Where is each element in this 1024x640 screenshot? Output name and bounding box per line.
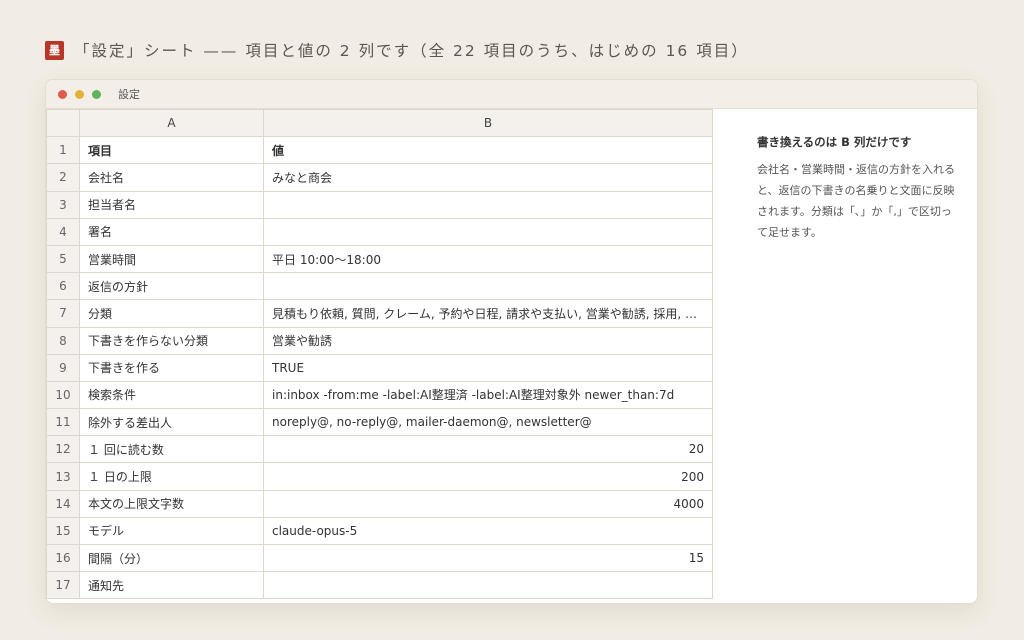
settings-sheet: A B 1 項目値 2 会社名 みなと商会 3 担当者名 4 署名 5 営業時間 平日 10:00〜1… <box>46 108 713 600</box>
row-number[interactable]: 3 <box>46 190 80 219</box>
spreadsheet-window: 設定 A B 1 項目値 2 会社名 みなと商会 3 担当者名 4 署名 5 営業時間 平日 10:0… <box>45 79 978 604</box>
window-titlebar: 設定 <box>46 80 977 109</box>
cell-value[interactable]: claude-opus-5 <box>263 516 713 546</box>
column-header-a[interactable]: A <box>79 108 264 138</box>
cell-value[interactable] <box>263 190 713 219</box>
row-number[interactable]: 15 <box>46 516 80 546</box>
cell-key[interactable]: 下書きを作らない分類 <box>79 326 264 355</box>
table-row: 13 １ 日の上限 200 <box>46 462 713 491</box>
side-note: 書き換えるのは B 列だけです 会社名・営業時間・返信の方針を入れると、返信の下… <box>757 134 962 243</box>
table-row: 1 項目値 <box>46 136 713 165</box>
cell-value[interactable] <box>263 217 713 246</box>
row-number[interactable]: 16 <box>46 543 80 573</box>
caption-text: 「設定」シート —— 項目と値の 2 列です（全 22 項目のうち、はじめの 1… <box>74 42 749 60</box>
corner-cell[interactable] <box>46 108 80 138</box>
cell-key[interactable]: 営業時間 <box>79 244 264 274</box>
side-note-title: 書き換えるのは B 列だけです <box>757 135 912 149</box>
cell-key[interactable]: １ 日の上限 <box>79 462 264 491</box>
cell-key[interactable]: 通知先 <box>79 571 264 600</box>
cell-value[interactable] <box>263 571 713 600</box>
table-row: 4 署名 <box>46 217 713 246</box>
cell-value[interactable]: 4000 <box>263 489 713 518</box>
table-row: 9 下書きを作る TRUE <box>46 353 713 382</box>
cell-key[interactable]: １ 回に読む数 <box>79 435 264 464</box>
column-header-row: A B <box>46 108 713 138</box>
column-header-b[interactable]: B <box>263 108 713 138</box>
cell-key[interactable]: モデル <box>79 516 264 546</box>
row-number[interactable]: 11 <box>46 408 80 437</box>
cell-value[interactable]: noreply@, no-reply@, mailer-daemon@, new… <box>263 408 713 437</box>
table-row: 14 本文の上限文字数 4000 <box>46 489 713 518</box>
cell-key[interactable]: 間隔（分） <box>79 543 264 573</box>
table-row: 17 通知先 <box>46 571 713 600</box>
row-number[interactable]: 5 <box>46 244 80 274</box>
row-number[interactable]: 17 <box>46 571 80 600</box>
cell-value[interactable]: 値 <box>263 136 713 165</box>
table-row: 5 営業時間 平日 10:00〜18:00 <box>46 244 713 274</box>
cell-value[interactable]: 見積もり依頼, 質問, クレーム, 予約や日程, 請求や支払い, 営業や勧誘, … <box>263 299 713 328</box>
cell-value[interactable]: 20 <box>263 435 713 464</box>
table-row: 16 間隔（分） 15 <box>46 543 713 573</box>
table-row: 10 検索条件 in:inbox -from:me -label:AI整理済 -la… <box>46 380 713 410</box>
cell-key[interactable]: 下書きを作る <box>79 353 264 382</box>
seal-logo: 墨 <box>45 40 64 60</box>
table-row: 7 分類 見積もり依頼, 質問, クレーム, 予約や日程, 請求や支払い, 営業や勧… <box>46 299 713 328</box>
table-row: 2 会社名 みなと商会 <box>46 163 713 192</box>
row-number[interactable]: 9 <box>46 353 80 382</box>
cell-value[interactable]: みなと商会 <box>263 163 713 192</box>
zoom-window-button[interactable] <box>92 89 101 99</box>
table-row: 12 １ 回に読む数 20 <box>46 435 713 464</box>
cell-key[interactable]: 検索条件 <box>79 380 264 410</box>
table-row: 11 除外する差出人 noreply@, no-reply@, mailer-dae… <box>46 408 713 437</box>
row-number[interactable]: 8 <box>46 326 80 355</box>
cell-value[interactable] <box>263 272 713 301</box>
window-title: 設定 <box>118 88 140 101</box>
cell-key[interactable]: 署名 <box>79 217 264 246</box>
row-number[interactable]: 2 <box>46 163 80 192</box>
row-number[interactable]: 1 <box>46 136 80 165</box>
cell-value[interactable]: TRUE <box>263 353 713 382</box>
minimize-window-button[interactable] <box>75 89 84 99</box>
cell-key[interactable]: 会社名 <box>79 163 264 192</box>
table-row: 15 モデル claude-opus-5 <box>46 516 713 546</box>
row-number[interactable]: 6 <box>46 272 80 301</box>
table-row: 8 下書きを作らない分類 営業や勧誘 <box>46 326 713 355</box>
cell-value[interactable]: 営業や勧誘 <box>263 326 713 355</box>
cell-value[interactable]: 平日 10:00〜18:00 <box>263 244 713 274</box>
cell-key[interactable]: 除外する差出人 <box>79 408 264 437</box>
side-note-body: 会社名・営業時間・返信の方針を入れると、返信の下書きの名乗りと文面に反映されます… <box>757 163 955 239</box>
row-number[interactable]: 4 <box>46 217 80 246</box>
table-row: 3 担当者名 <box>46 190 713 219</box>
close-window-button[interactable] <box>58 89 67 99</box>
row-number[interactable]: 12 <box>46 435 80 464</box>
cell-key[interactable]: 項目 <box>79 136 264 165</box>
cell-key[interactable]: 本文の上限文字数 <box>79 489 264 518</box>
cell-value[interactable]: in:inbox -from:me -label:AI整理済 -label:AI… <box>263 380 713 410</box>
cell-key[interactable]: 担当者名 <box>79 190 264 219</box>
caption: 墨 「設定」シート —— 項目と値の 2 列です（全 22 項目のうち、はじめの… <box>45 40 749 60</box>
row-number[interactable]: 14 <box>46 489 80 518</box>
row-number[interactable]: 10 <box>46 380 80 410</box>
row-number[interactable]: 13 <box>46 462 80 491</box>
cell-value[interactable]: 15 <box>263 543 713 573</box>
row-number[interactable]: 7 <box>46 299 80 328</box>
table-row: 6 返信の方針 <box>46 272 713 301</box>
cell-value[interactable]: 200 <box>263 462 713 491</box>
cell-key[interactable]: 分類 <box>79 299 264 328</box>
cell-key[interactable]: 返信の方針 <box>79 272 264 301</box>
